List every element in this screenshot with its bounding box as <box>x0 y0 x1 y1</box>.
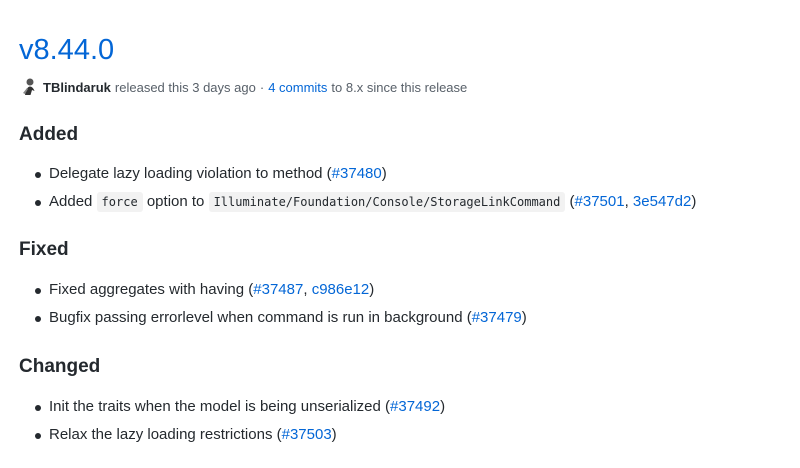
item-close: ) <box>521 309 527 326</box>
user-avatar-icon[interactable] <box>19 77 39 97</box>
item-text: Bugfix passing errorlevel when command i… <box>49 309 472 326</box>
item-close: ) <box>331 426 337 443</box>
list-added: Delegate lazy loading violation to metho… <box>30 160 696 216</box>
pr-link[interactable]: #37501 <box>575 193 625 210</box>
pr-link[interactable]: #37487 <box>253 281 303 298</box>
item-text: Relax the lazy loading restrictions ( <box>49 426 282 443</box>
inline-code: force <box>96 192 143 212</box>
pr-link[interactable]: #37480 <box>332 165 382 182</box>
section-heading-fixed: Fixed <box>19 239 69 260</box>
item-close: ) <box>440 398 446 415</box>
section-heading-changed: Changed <box>19 356 101 377</box>
release-meta: TBlindaruk released this 3 days ago · 4 … <box>19 77 467 97</box>
meta-separator: · <box>259 79 265 95</box>
pr-link[interactable]: #37479 <box>472 309 522 326</box>
author-link[interactable]: TBlindaruk <box>43 80 111 95</box>
item-text: Delegate lazy loading violation to metho… <box>49 165 332 182</box>
release-page: v8.44.0 TBlindaruk released this 3 days … <box>0 0 800 468</box>
list-item: Bugfix passing errorlevel when command i… <box>30 304 527 332</box>
item-mid: option to <box>146 193 205 210</box>
item-comma: , <box>624 193 629 210</box>
item-close: ) <box>691 193 697 210</box>
release-title-link[interactable]: v8.44.0 <box>19 30 114 70</box>
item-close: ) <box>369 281 375 298</box>
inline-code: Illuminate/Foundation/Console/StorageLin… <box>208 192 566 212</box>
item-text: Init the traits when the model is being … <box>49 398 391 415</box>
commits-link[interactable]: 4 commits <box>268 80 327 95</box>
item-pre: Added <box>49 193 93 210</box>
list-changed: Init the traits when the model is being … <box>30 393 445 449</box>
item-text: Fixed aggregates with having ( <box>49 281 254 298</box>
list-item: Added force option to Illuminate/Foundat… <box>30 188 696 216</box>
list-item: Delegate lazy loading violation to metho… <box>30 160 696 188</box>
list-item: Init the traits when the model is being … <box>30 393 445 421</box>
item-comma: , <box>303 281 308 298</box>
item-close: ) <box>381 165 387 182</box>
list-fixed: Fixed aggregates with having (#37487, c9… <box>30 276 527 332</box>
commits-suffix: to 8.x since this release <box>331 79 468 95</box>
released-text: released this 3 days ago <box>114 79 256 95</box>
commit-link[interactable]: c986e12 <box>312 281 370 298</box>
commit-link[interactable]: 3e547d2 <box>633 193 691 210</box>
pr-link[interactable]: #37503 <box>282 426 332 443</box>
list-item: Fixed aggregates with having (#37487, c9… <box>30 276 527 304</box>
section-heading-added: Added <box>19 124 79 145</box>
list-item: Relax the lazy loading restrictions (#37… <box>30 421 445 449</box>
pr-link[interactable]: #37492 <box>390 398 440 415</box>
